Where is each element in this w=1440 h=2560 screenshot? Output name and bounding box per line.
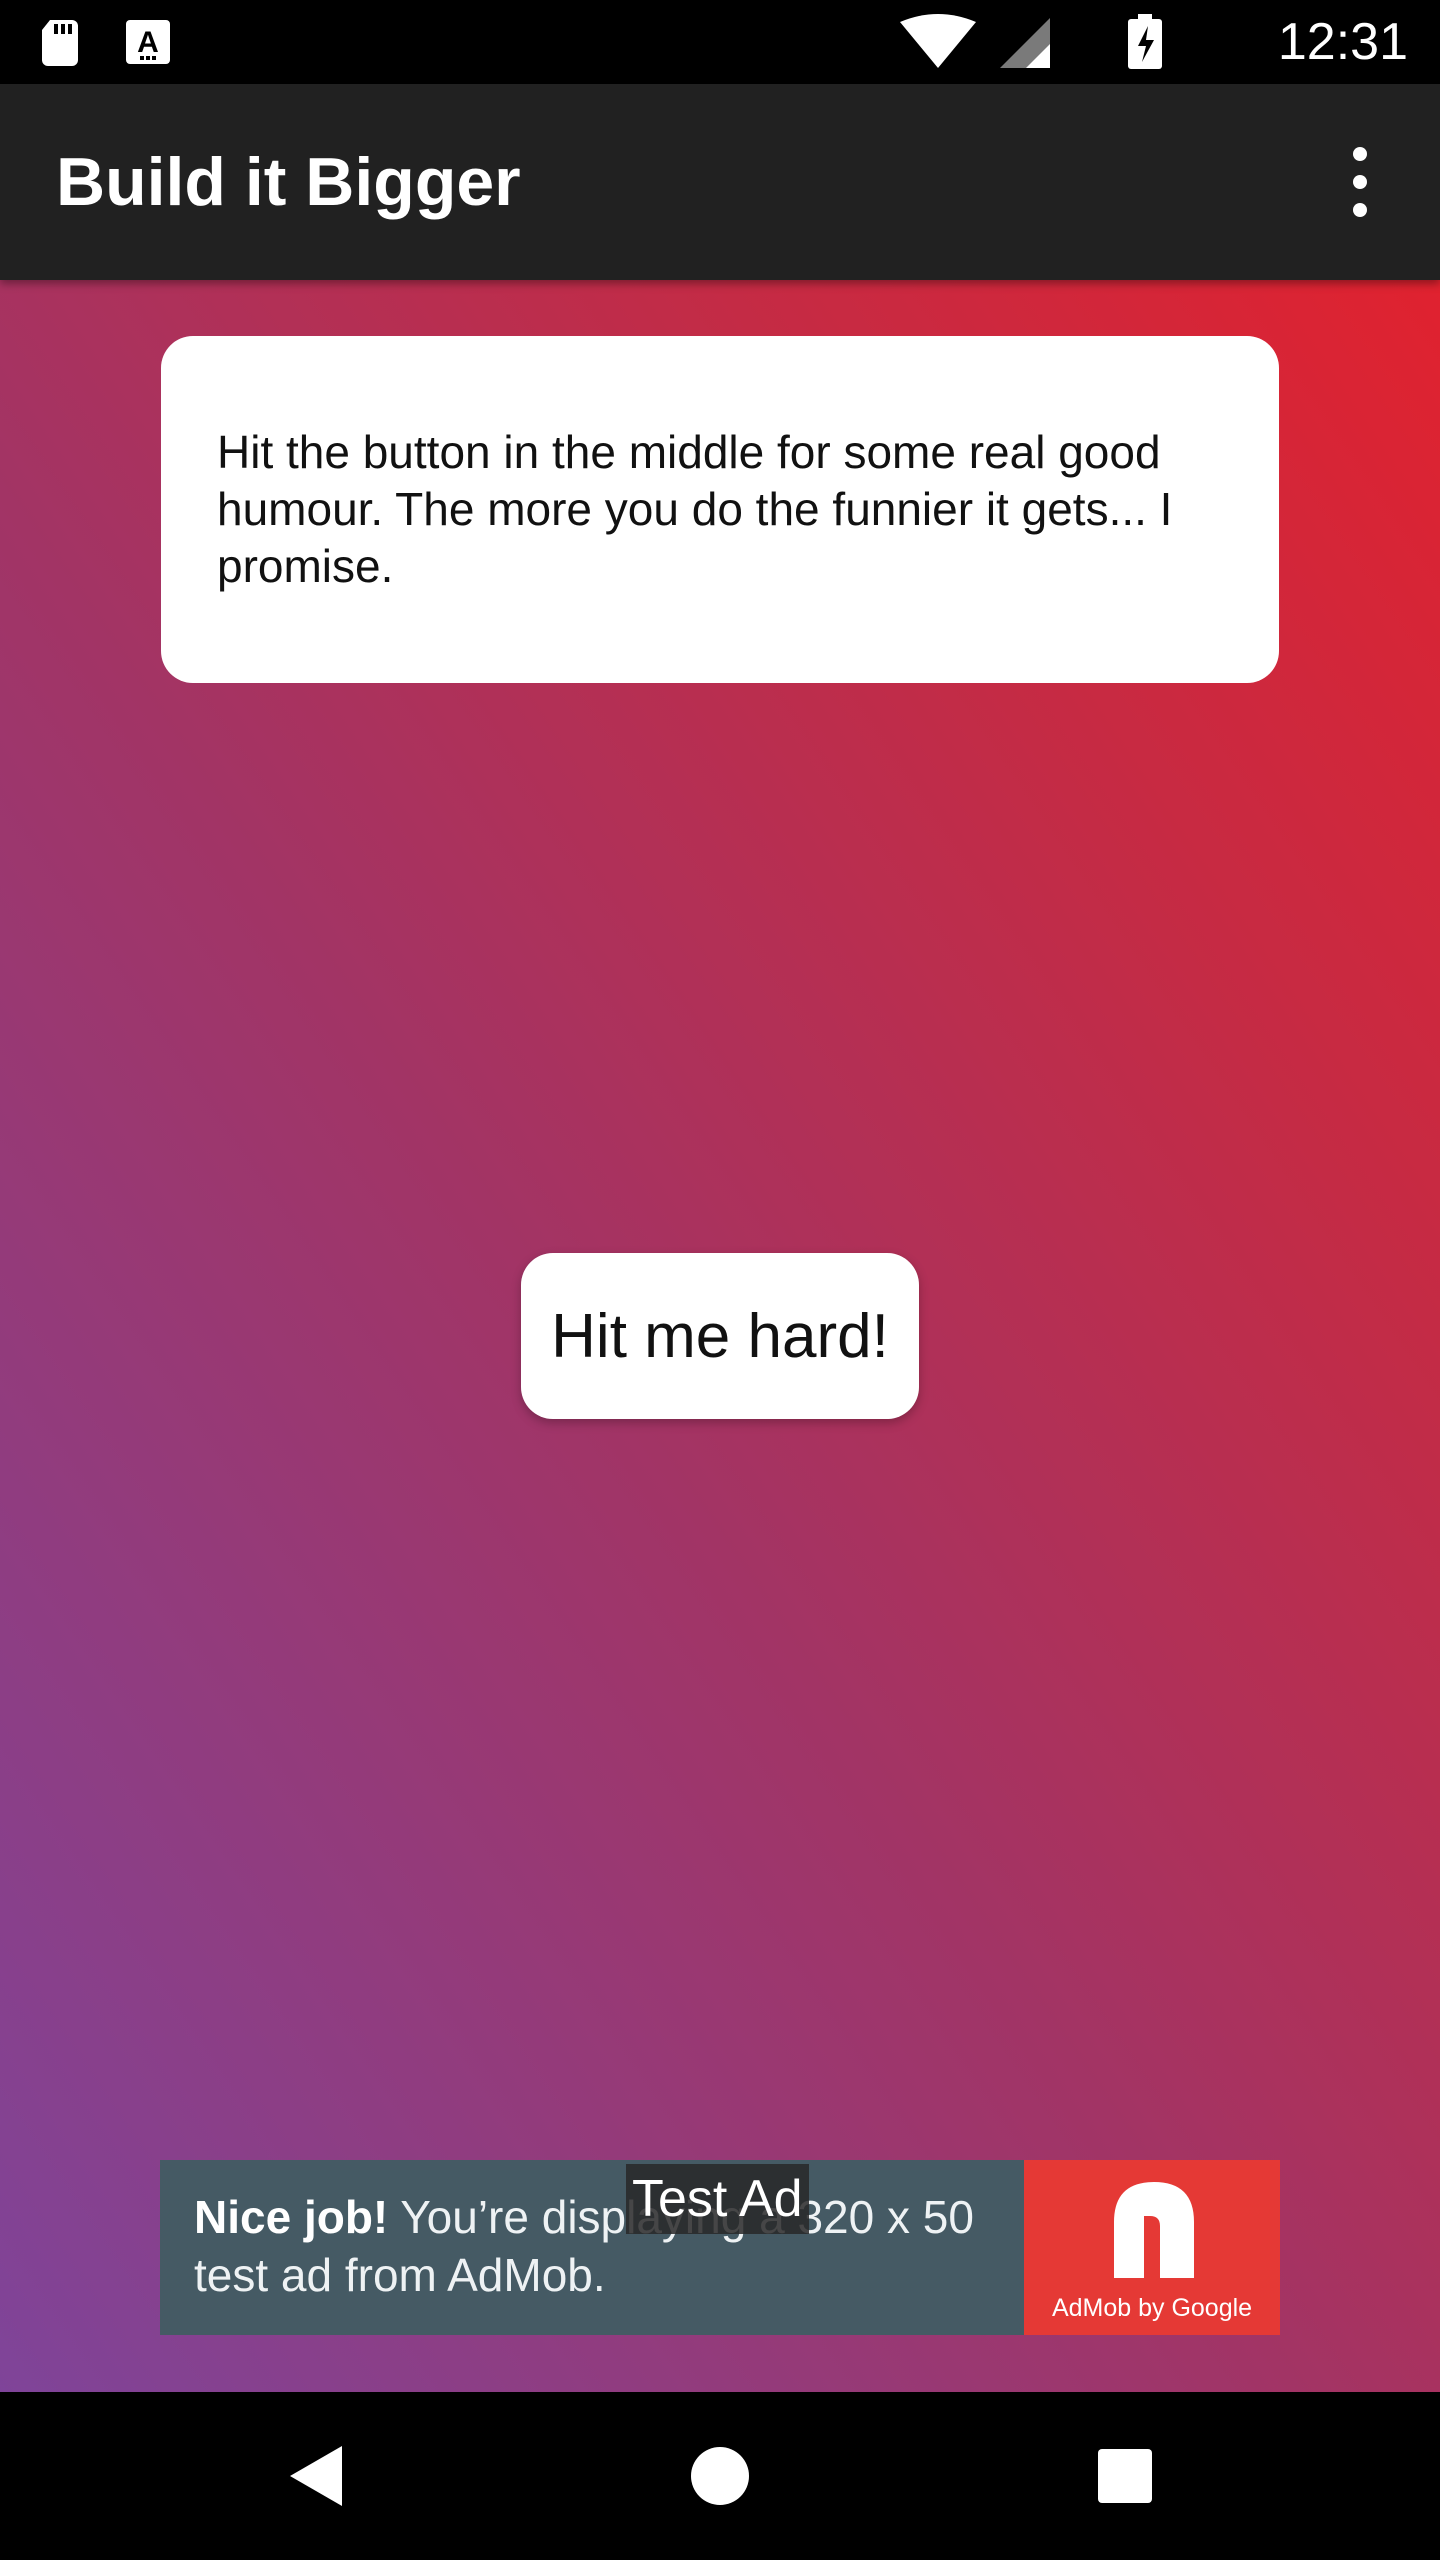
phone-screen: A 12:31 Build it Bigger Hit the button i… [0, 0, 1440, 2560]
instruction-card: Hit the button in the middle for some re… [161, 336, 1279, 683]
sd-card-icon [42, 20, 78, 66]
recents-icon[interactable] [1075, 2426, 1175, 2526]
navigation-bar [0, 2392, 1440, 2560]
main-content: Hit the button in the middle for some re… [0, 280, 1440, 2392]
status-bar: A 12:31 [0, 0, 1440, 84]
app-bar: Build it Bigger [0, 84, 1440, 280]
admob-caption: AdMob by Google [1051, 2294, 1253, 2322]
status-time: 12:31 [1277, 13, 1408, 71]
battery-charging-icon [1128, 14, 1162, 69]
admob-logo: AdMob by Google [1024, 2160, 1280, 2335]
ad-headline: Nice job! [194, 2191, 389, 2243]
status-right-icons [900, 14, 1162, 69]
back-icon[interactable] [270, 2426, 370, 2526]
admob-icon [1114, 2182, 1194, 2278]
home-icon[interactable] [670, 2426, 770, 2526]
test-ad-label: Test Ad [626, 2164, 809, 2234]
more-vert-icon[interactable] [1320, 142, 1400, 222]
tell-joke-button[interactable]: Hit me hard! [521, 1253, 919, 1419]
status-left-icons: A [42, 20, 170, 66]
font-download-icon: A [126, 20, 170, 64]
instruction-text: Hit the button in the middle for some re… [217, 426, 1173, 592]
wifi-icon [900, 14, 976, 68]
ad-text: Nice job! You’re displaying a 320 x 50 t… [194, 2188, 1014, 2304]
svg-text:A: A [137, 26, 159, 59]
app-title: Build it Bigger [56, 144, 521, 220]
